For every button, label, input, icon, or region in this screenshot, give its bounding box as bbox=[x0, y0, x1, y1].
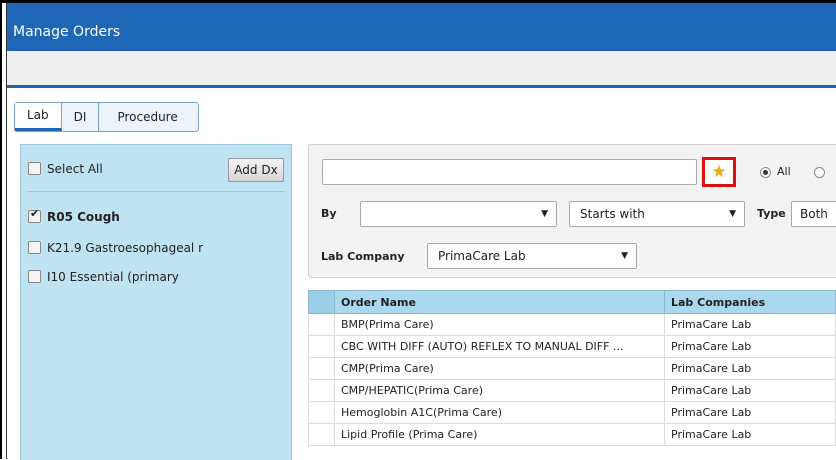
lab-company-cell: PrimaCare Lab bbox=[664, 335, 836, 358]
lab-company-cell: PrimaCare Lab bbox=[664, 357, 836, 380]
dx-label: I10 Essential (primary bbox=[47, 269, 179, 284]
chevron-down-icon: ▼ bbox=[541, 209, 548, 219]
scope-other-radio[interactable] bbox=[814, 167, 825, 178]
dx-item: R05 Cough bbox=[28, 207, 120, 224]
table-row[interactable]: CMP/HEPATIC(Prima Care) PrimaCare Lab bbox=[308, 379, 836, 402]
select-all-row: Select All bbox=[28, 161, 103, 176]
row-select-cell[interactable] bbox=[308, 423, 335, 446]
row-select-cell[interactable] bbox=[308, 401, 335, 424]
order-name-cell: CBC WITH DIFF (AUTO) REFLEX TO MANUAL DI… bbox=[334, 335, 665, 358]
table-row[interactable]: CBC WITH DIFF (AUTO) REFLEX TO MANUAL DI… bbox=[308, 335, 836, 358]
tab-procedure[interactable]: Procedure bbox=[99, 103, 197, 131]
table-header-row: Order Name Lab Companies bbox=[308, 290, 836, 314]
dx-checkbox[interactable] bbox=[28, 270, 41, 283]
column-header-order-name[interactable]: Order Name bbox=[334, 290, 665, 314]
chevron-down-icon: ▼ bbox=[621, 251, 628, 261]
order-search-input[interactable] bbox=[322, 159, 697, 185]
chevron-down-icon: ▼ bbox=[729, 209, 736, 219]
diagnosis-panel: Select All Add Dx R05 Cough K21.9 Gastro… bbox=[20, 144, 292, 460]
lab-company-value: PrimaCare Lab bbox=[438, 249, 526, 263]
dx-label: R05 Cough bbox=[47, 209, 120, 224]
row-select-cell[interactable] bbox=[308, 313, 335, 336]
select-all-checkbox[interactable] bbox=[28, 162, 41, 175]
scope-all-radio[interactable] bbox=[760, 167, 771, 178]
order-name-cell: Lipid Profile (Prima Care) bbox=[334, 423, 665, 446]
by-label: By bbox=[321, 207, 337, 220]
table-row[interactable]: Hemoglobin A1C(Prima Care) PrimaCare Lab bbox=[308, 401, 836, 424]
type-select[interactable]: Both bbox=[791, 201, 836, 227]
scope-all-label: All bbox=[777, 165, 791, 178]
tab-di[interactable]: DI bbox=[62, 103, 100, 131]
type-value: Both bbox=[800, 207, 828, 221]
select-all-label: Select All bbox=[47, 161, 103, 176]
tab-lab[interactable]: Lab bbox=[15, 103, 62, 131]
window-frame-left bbox=[0, 0, 2, 459]
order-search-panel: ★ All By ▼ Starts with ▼ Type Both Lab Co… bbox=[308, 144, 836, 278]
row-select-cell[interactable] bbox=[308, 335, 335, 358]
dx-checkbox[interactable] bbox=[28, 207, 41, 223]
order-type-tabs: Lab DI Procedure bbox=[14, 102, 199, 132]
match-value: Starts with bbox=[580, 207, 645, 221]
table-row[interactable]: BMP(Prima Care) PrimaCare Lab bbox=[308, 313, 836, 336]
dx-item: K21.9 Gastroesophageal r bbox=[28, 240, 203, 255]
lab-company-cell: PrimaCare Lab bbox=[664, 313, 836, 336]
dx-label: K21.9 Gastroesophageal r bbox=[47, 240, 204, 255]
row-select-cell[interactable] bbox=[308, 357, 335, 380]
order-name-cell: CMP(Prima Care) bbox=[334, 357, 665, 380]
lab-company-select[interactable]: PrimaCare Lab ▼ bbox=[427, 243, 637, 269]
add-dx-button[interactable]: Add Dx bbox=[228, 158, 284, 182]
column-header-lab-companies[interactable]: Lab Companies bbox=[664, 290, 836, 314]
favorites-button[interactable]: ★ bbox=[702, 157, 736, 187]
order-name-cell: Hemoglobin A1C(Prima Care) bbox=[334, 401, 665, 424]
lab-company-label: Lab Company bbox=[321, 250, 405, 263]
lab-company-cell: PrimaCare Lab bbox=[664, 401, 836, 424]
orders-table: Order Name Lab Companies BMP(Prima Care)… bbox=[308, 290, 836, 446]
select-column-header bbox=[308, 290, 335, 314]
table-row[interactable]: Lipid Profile (Prima Care) PrimaCare Lab bbox=[308, 423, 836, 446]
title-bar: Manage Orders bbox=[7, 3, 836, 51]
dx-item: I10 Essential (primary bbox=[28, 269, 179, 284]
order-name-cell: BMP(Prima Care) bbox=[334, 313, 665, 336]
type-label: Type bbox=[757, 207, 786, 220]
window-title: Manage Orders bbox=[13, 24, 121, 40]
divider bbox=[27, 191, 285, 192]
match-select[interactable]: Starts with ▼ bbox=[569, 201, 745, 227]
star-icon: ★ bbox=[711, 162, 727, 182]
table-row[interactable]: CMP(Prima Care) PrimaCare Lab bbox=[308, 357, 836, 380]
by-select[interactable]: ▼ bbox=[360, 201, 557, 227]
order-name-cell: CMP/HEPATIC(Prima Care) bbox=[334, 379, 665, 402]
lab-company-cell: PrimaCare Lab bbox=[664, 379, 836, 402]
dx-checkbox[interactable] bbox=[28, 241, 41, 254]
row-select-cell[interactable] bbox=[308, 379, 335, 402]
toolbar-area bbox=[7, 51, 836, 88]
lab-company-cell: PrimaCare Lab bbox=[664, 423, 836, 446]
